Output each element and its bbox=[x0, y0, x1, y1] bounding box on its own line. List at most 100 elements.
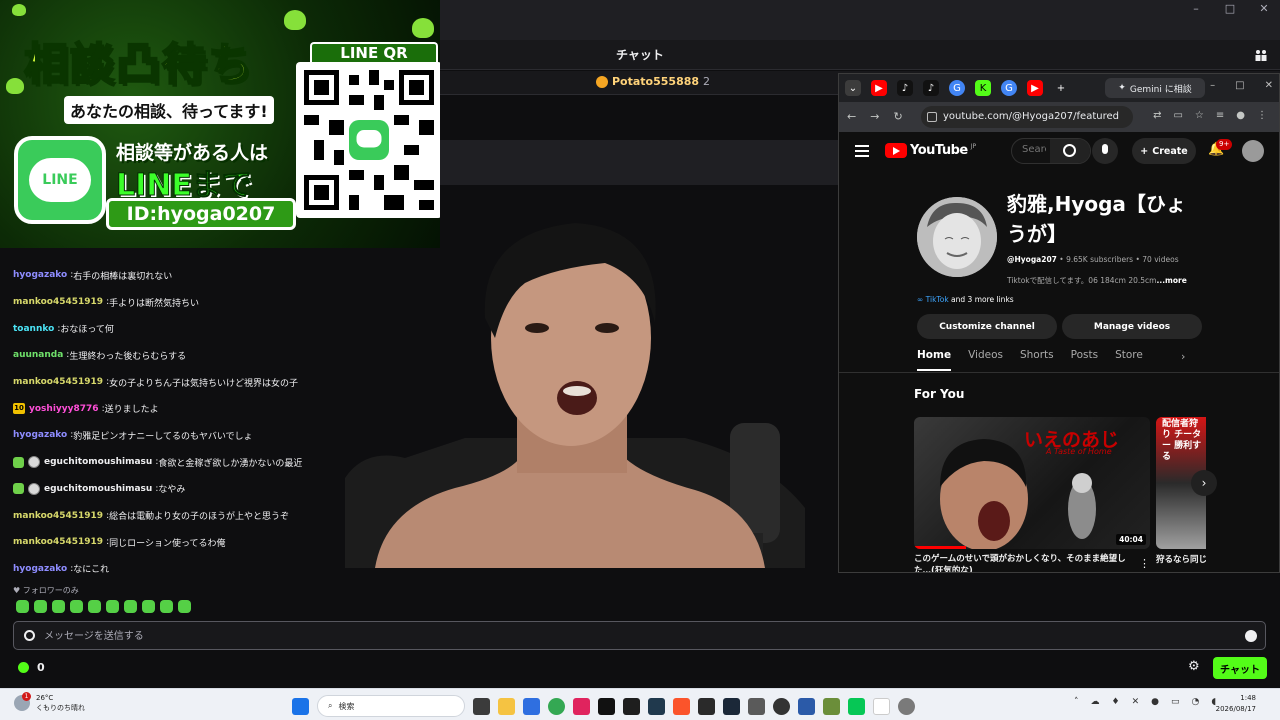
menu-kebab-icon[interactable]: ⋮ bbox=[1257, 110, 1267, 121]
emote-icon[interactable] bbox=[106, 600, 119, 613]
line-icon[interactable] bbox=[848, 697, 865, 715]
chat-username[interactable]: hyogazako bbox=[13, 270, 67, 280]
chat-username[interactable]: mankoo45451919 bbox=[13, 377, 103, 387]
minimize-button[interactable]: – bbox=[1190, 2, 1202, 15]
browser-minimize-button[interactable]: – bbox=[1210, 80, 1215, 91]
tiktok-tab-icon[interactable]: ♪ bbox=[897, 80, 913, 96]
emoji-icon[interactable] bbox=[1245, 630, 1257, 642]
customize-channel-button[interactable]: Customize channel bbox=[917, 314, 1057, 339]
search-icon[interactable] bbox=[1050, 139, 1090, 163]
channel-description[interactable]: Tiktokで配信してます。06 184cm 20.5cm...more bbox=[1007, 275, 1187, 286]
chrome-icon[interactable] bbox=[548, 697, 565, 715]
site-info-icon[interactable] bbox=[927, 112, 937, 122]
chat-username[interactable]: auunanda bbox=[13, 350, 63, 360]
tab-posts[interactable]: Posts bbox=[1071, 349, 1098, 371]
chat-username[interactable]: eguchitomoushimasu bbox=[44, 457, 152, 467]
back-arrow-icon[interactable]: ← bbox=[847, 110, 856, 123]
display-icon[interactable]: ▭ bbox=[1171, 697, 1180, 707]
chat-send-button[interactable]: チャット bbox=[1213, 657, 1267, 679]
tab-videos[interactable]: Videos bbox=[968, 349, 1003, 371]
create-button[interactable]: + Create bbox=[1132, 138, 1196, 164]
brave-icon[interactable] bbox=[673, 697, 690, 715]
reload-icon[interactable]: ↻ bbox=[893, 110, 902, 123]
gift-leader[interactable]: Potato555888 2 bbox=[596, 75, 710, 88]
emote-icon[interactable] bbox=[16, 600, 29, 613]
channel-links[interactable]: ∞ TikTok and 3 more links bbox=[917, 295, 1014, 304]
wifi-icon[interactable]: ◔ bbox=[1192, 697, 1200, 707]
minecraft-icon[interactable] bbox=[823, 697, 840, 715]
tab-list-chevron-icon[interactable]: ⌄ bbox=[845, 80, 861, 96]
windows-start-icon[interactable] bbox=[292, 697, 309, 715]
video-options-icon[interactable]: ⋮ bbox=[1139, 557, 1150, 570]
url-bar[interactable]: youtube.com/@Hyoga207/featured bbox=[921, 106, 1133, 128]
youtube-logo[interactable]: YouTube JP bbox=[885, 143, 976, 158]
translate-icon[interactable]: ⇄ bbox=[1153, 110, 1161, 121]
close-tray-icon[interactable]: ✕ bbox=[1132, 697, 1140, 707]
chat-username[interactable]: mankoo45451919 bbox=[13, 297, 103, 307]
shield-icon[interactable] bbox=[24, 630, 35, 641]
youtube-tab-icon-2[interactable]: ▶ bbox=[1027, 80, 1043, 96]
steam-icon[interactable] bbox=[723, 697, 740, 715]
emote-icon[interactable] bbox=[178, 600, 191, 613]
tiktok-tab-icon-2[interactable]: ♪ bbox=[923, 80, 939, 96]
new-tab-icon[interactable]: + bbox=[1053, 80, 1069, 96]
browser-maximize-button[interactable]: □ bbox=[1235, 80, 1244, 91]
kick-tab-icon[interactable]: K bbox=[975, 80, 991, 96]
microphone-tray-icon[interactable]: ♦ bbox=[1112, 697, 1120, 707]
emote-icon[interactable] bbox=[34, 600, 47, 613]
emote-icon[interactable] bbox=[70, 600, 83, 613]
video-title-1[interactable]: このゲームのせいで頭がおかしくなり、そのまま絶望した…(狂気的な) bbox=[914, 553, 1140, 572]
app-icon-2[interactable] bbox=[573, 697, 590, 715]
chat-username[interactable]: hyogazako bbox=[13, 430, 67, 440]
app-icon-5[interactable] bbox=[748, 697, 765, 715]
gear-icon[interactable]: ⚙ bbox=[1188, 660, 1202, 674]
tiktok-icon[interactable] bbox=[598, 697, 615, 715]
users-icon[interactable] bbox=[1254, 48, 1268, 62]
carousel-next-icon[interactable]: › bbox=[1191, 470, 1217, 496]
emote-icon[interactable] bbox=[88, 600, 101, 613]
video-thumbnail-1[interactable]: いえのあじ A Taste of Home 40:04 bbox=[914, 417, 1150, 549]
youtube-search-input[interactable] bbox=[1022, 144, 1046, 155]
tab-shorts[interactable]: Shorts bbox=[1020, 349, 1054, 371]
more-links[interactable]: and 3 more links bbox=[949, 295, 1014, 304]
more-link[interactable]: ...more bbox=[1157, 276, 1187, 285]
onedrive-icon[interactable]: ● bbox=[1151, 697, 1159, 707]
chat-username[interactable]: mankoo45451919 bbox=[13, 537, 103, 547]
google-tab-icon[interactable]: G bbox=[949, 80, 965, 96]
chat-username[interactable]: eguchitomoushimasu bbox=[44, 484, 152, 494]
obs-icon[interactable] bbox=[773, 697, 790, 715]
close-button[interactable]: ✕ bbox=[1258, 2, 1270, 15]
gemini-tab[interactable]: ✦ Gemini に相談 bbox=[1105, 78, 1205, 98]
browser-close-button[interactable]: ✕ bbox=[1265, 80, 1273, 91]
taskbar-search[interactable]: ⌕ 検索 bbox=[317, 695, 465, 717]
notepad-icon[interactable] bbox=[873, 697, 890, 715]
chat-username[interactable]: yoshiyyy8776 bbox=[29, 404, 99, 414]
app-icon-4[interactable] bbox=[698, 697, 715, 715]
task-view-icon[interactable] bbox=[473, 697, 490, 715]
weather-widget[interactable]: 1 26°C くもりのち晴れ bbox=[14, 692, 85, 713]
bookmark-star-icon[interactable]: ☆ bbox=[1195, 110, 1204, 121]
chat-username[interactable]: mankoo45451919 bbox=[13, 511, 103, 521]
app-icon-3[interactable] bbox=[648, 697, 665, 715]
terminal-icon[interactable] bbox=[623, 697, 640, 715]
profile-icon[interactable]: ● bbox=[1236, 110, 1245, 121]
chat-username[interactable]: toannko bbox=[13, 324, 54, 334]
channel-avatar[interactable] bbox=[917, 197, 997, 277]
emote-icon[interactable] bbox=[52, 600, 65, 613]
tab-home[interactable]: Home bbox=[917, 349, 952, 371]
settings-icon[interactable] bbox=[898, 697, 915, 715]
microphone-icon[interactable] bbox=[1092, 138, 1118, 164]
cast-icon[interactable]: ▭ bbox=[1173, 110, 1182, 121]
chevron-up-icon[interactable]: ˄ bbox=[1074, 697, 1079, 707]
maximize-button[interactable]: □ bbox=[1224, 2, 1236, 15]
file-explorer-icon[interactable] bbox=[498, 697, 515, 715]
hamburger-menu-icon[interactable] bbox=[855, 145, 869, 157]
google-tab-icon-2[interactable]: G bbox=[1001, 80, 1017, 96]
forward-arrow-icon[interactable]: → bbox=[870, 110, 879, 123]
manage-videos-button[interactable]: Manage videos bbox=[1062, 314, 1202, 339]
reading-list-icon[interactable]: ≡ bbox=[1216, 110, 1224, 121]
emote-icon[interactable] bbox=[142, 600, 155, 613]
emote-icon[interactable] bbox=[160, 600, 173, 613]
youtube-tab-icon[interactable]: ▶ bbox=[871, 80, 887, 96]
app-icon-6[interactable] bbox=[798, 697, 815, 715]
